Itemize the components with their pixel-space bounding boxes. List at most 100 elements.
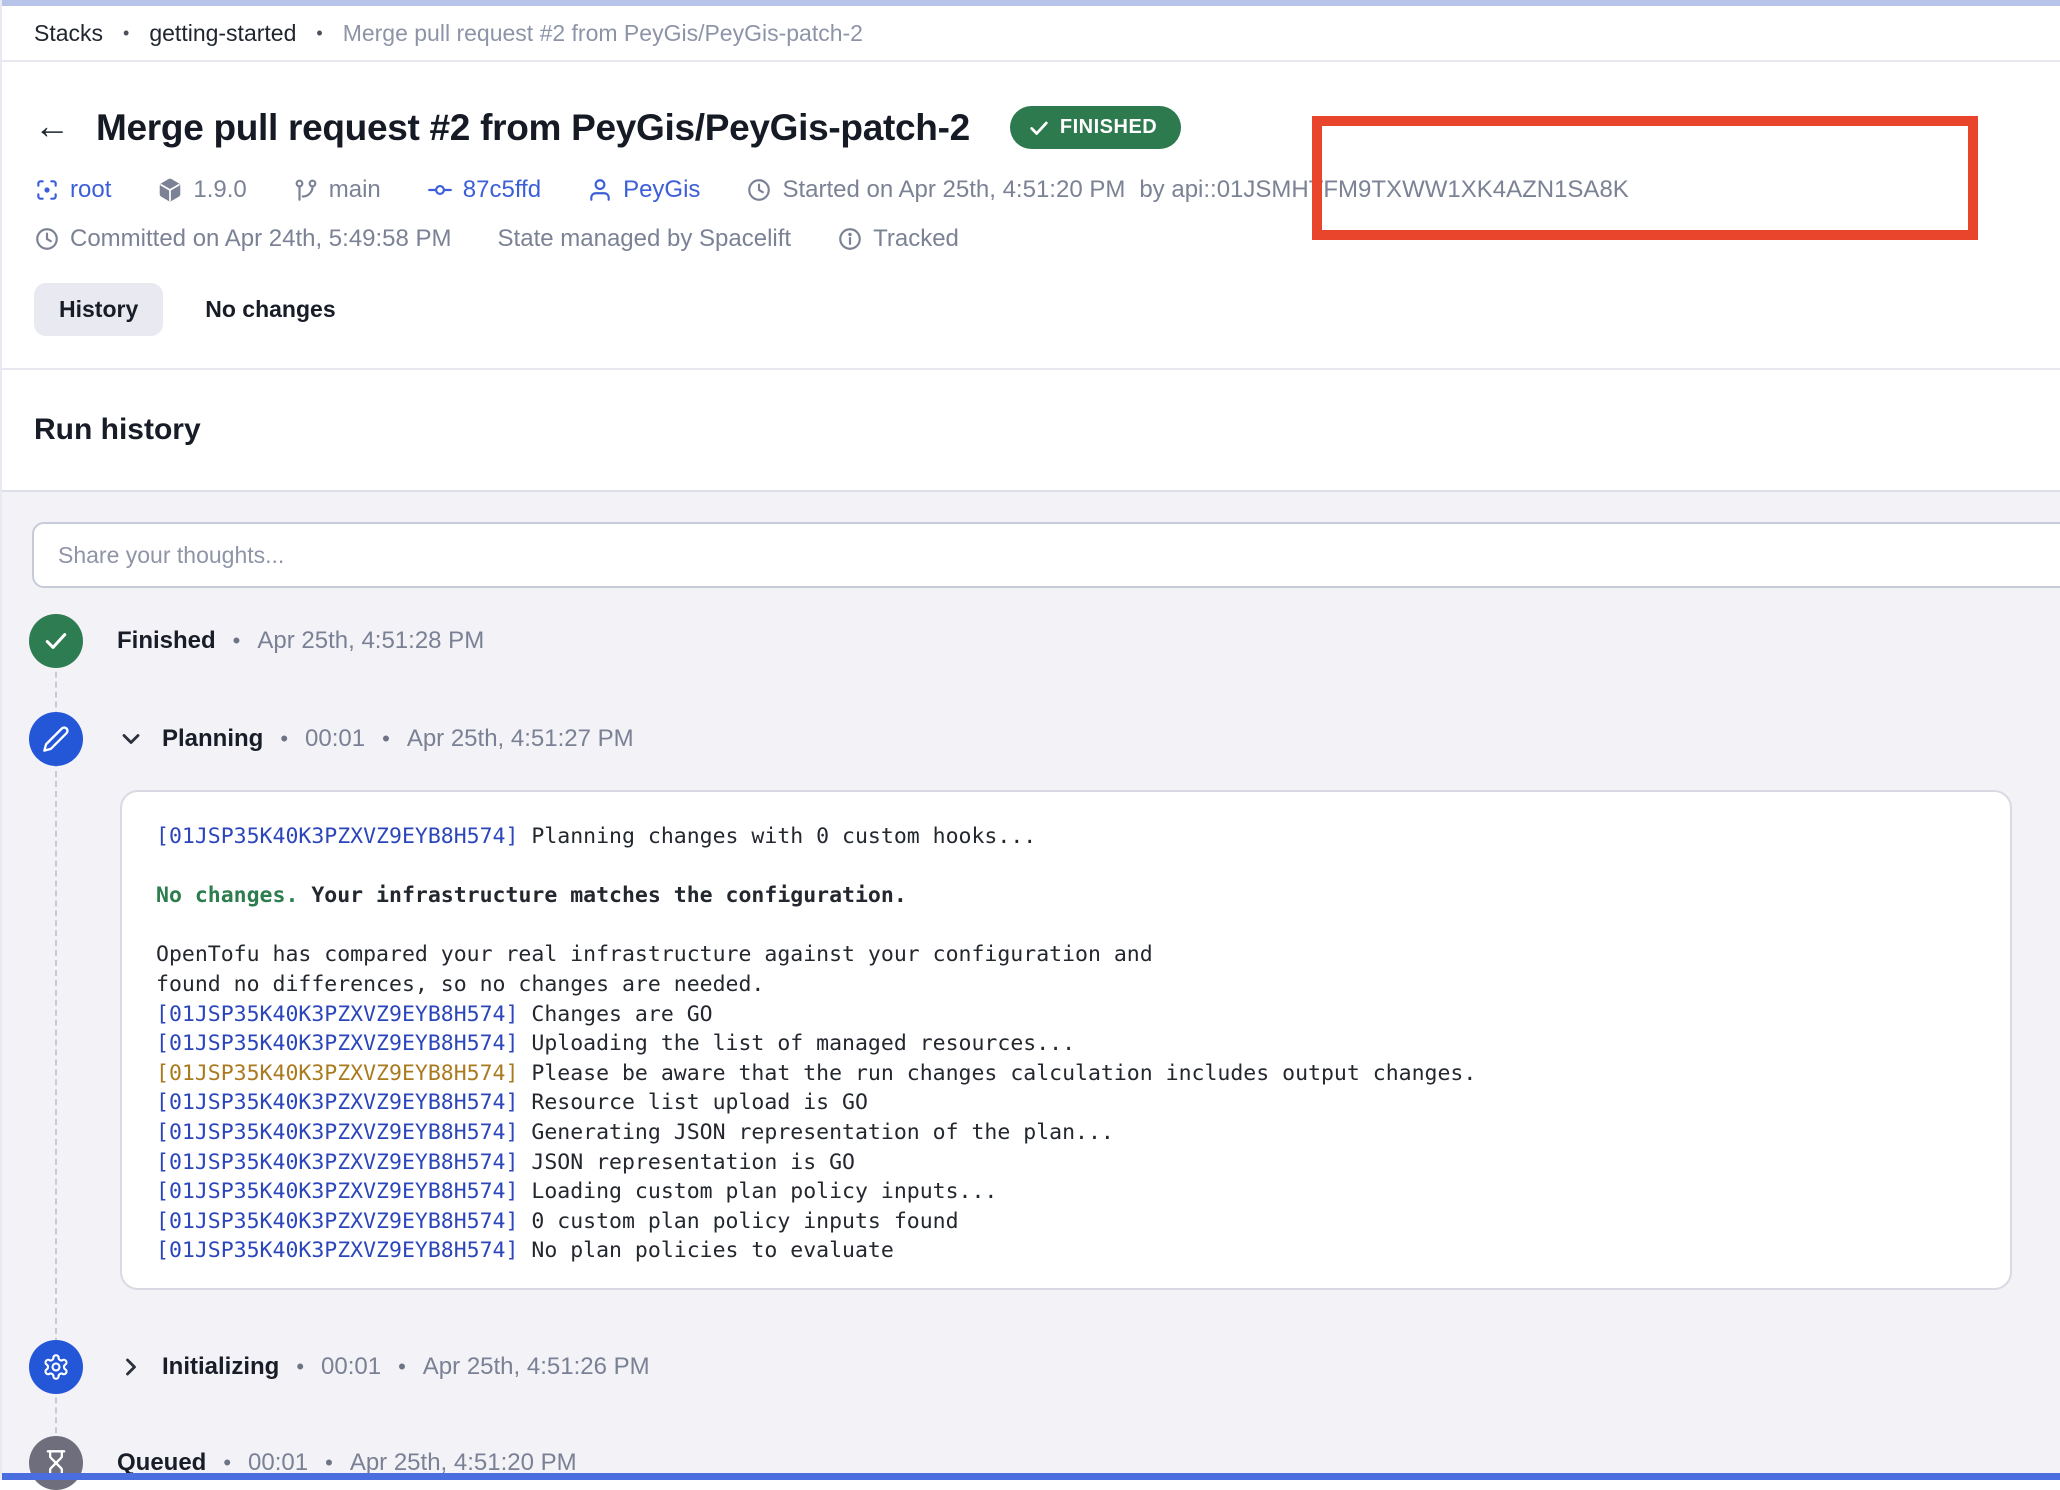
separator-dot: • bbox=[296, 1354, 304, 1380]
clock-icon bbox=[746, 177, 772, 203]
log-text: found no differences, so no changes are … bbox=[156, 972, 764, 997]
back-button[interactable]: ← bbox=[34, 108, 70, 148]
phase-duration: 00:01 bbox=[321, 1353, 381, 1381]
triggered-by-item: by api::01JSMHTFM9TXWW1XK4AZN1SA8K bbox=[1139, 176, 1628, 204]
log-text: Generating JSON representation of the pl… bbox=[518, 1120, 1113, 1145]
page-title: Merge pull request #2 from PeyGis/PeyGis… bbox=[96, 107, 970, 149]
breadcrumb-run-title: Merge pull request #2 from PeyGis/PeyGis… bbox=[343, 20, 863, 47]
space-icon bbox=[34, 177, 60, 203]
status-badge-label: FINISHED bbox=[1060, 116, 1157, 139]
info-icon bbox=[837, 226, 863, 252]
started-label: Started on Apr 25th, 4:51:20 PM bbox=[782, 176, 1125, 204]
commit-icon bbox=[427, 177, 453, 203]
commit-label: 87c5ffd bbox=[463, 176, 541, 204]
log-run-id: [01JSP35K40K3PZXVZ9EYB8H574] bbox=[156, 1002, 518, 1027]
breadcrumb: Stacks • getting-started • Merge pull re… bbox=[2, 6, 2060, 62]
commit-link[interactable]: 87c5ffd bbox=[427, 176, 541, 204]
phase-time: Apr 25th, 4:51:28 PM bbox=[257, 627, 484, 655]
version-item: 1.9.0 bbox=[157, 176, 246, 204]
chevron-down-icon[interactable] bbox=[117, 725, 145, 753]
title-row: ← Merge pull request #2 from PeyGis/PeyG… bbox=[34, 106, 2060, 149]
log-line: [01JSP35K40K3PZXVZ9EYB8H574] Generating … bbox=[156, 1118, 2010, 1148]
tab-no-changes[interactable]: No changes bbox=[205, 296, 335, 323]
gear-icon bbox=[42, 1353, 70, 1381]
log-text: OpenTofu has compared your real infrastr… bbox=[156, 942, 1153, 967]
log-run-id: [01JSP35K40K3PZXVZ9EYB8H574] bbox=[156, 1209, 518, 1234]
meta-row-1: root 1.9.0 main 87c5ffd bbox=[34, 176, 2060, 204]
page: Stacks • getting-started • Merge pull re… bbox=[0, 0, 2060, 1480]
log-line bbox=[156, 911, 2010, 941]
log-line: OpenTofu has compared your real infrastr… bbox=[156, 940, 2010, 970]
separator-dot: • bbox=[233, 628, 241, 654]
log-text: Changes are GO bbox=[518, 1002, 712, 1027]
status-badge: FINISHED bbox=[1010, 106, 1181, 149]
log-line: [01JSP35K40K3PZXVZ9EYB8H574] 0 custom pl… bbox=[156, 1207, 2010, 1237]
phase-label: Finished bbox=[117, 627, 216, 655]
log-run-id: [01JSP35K40K3PZXVZ9EYB8H574] bbox=[156, 1150, 518, 1175]
phase-time: Apr 25th, 4:51:26 PM bbox=[423, 1353, 650, 1381]
check-icon bbox=[1028, 117, 1050, 139]
breadcrumb-stacks[interactable]: Stacks bbox=[34, 20, 103, 47]
phase-queued-row: Queued • 00:01 • Apr 25th, 4:51:20 PM bbox=[117, 1436, 577, 1490]
log-line: [01JSP35K40K3PZXVZ9EYB8H574] Please be a… bbox=[156, 1059, 2010, 1089]
log-run-id: [01JSP35K40K3PZXVZ9EYB8H574] bbox=[156, 1179, 518, 1204]
section-title: Run history bbox=[34, 413, 201, 447]
phase-finished-icon bbox=[29, 614, 83, 668]
log-text: Your infrastructure matches the configur… bbox=[298, 883, 906, 908]
version-label: 1.9.0 bbox=[193, 176, 246, 204]
log-line: [01JSP35K40K3PZXVZ9EYB8H574] JSON repres… bbox=[156, 1148, 2010, 1178]
separator-dot: • bbox=[382, 726, 390, 752]
author-link[interactable]: PeyGis bbox=[587, 176, 700, 204]
separator-dot: • bbox=[398, 1354, 406, 1380]
log-run-id: [01JSP35K40K3PZXVZ9EYB8H574] bbox=[156, 1031, 518, 1056]
log-box[interactable]: [01JSP35K40K3PZXVZ9EYB8H574] Planning ch… bbox=[120, 790, 2012, 1290]
log-text: No plan policies to evaluate bbox=[518, 1238, 893, 1263]
breadcrumb-separator: • bbox=[123, 23, 129, 44]
log-line: [01JSP35K40K3PZXVZ9EYB8H574] Uploading t… bbox=[156, 1029, 2010, 1059]
phase-planning-row[interactable]: Planning • 00:01 • Apr 25th, 4:51:27 PM bbox=[117, 712, 634, 766]
log-text: No changes. bbox=[156, 883, 298, 908]
user-icon bbox=[587, 177, 613, 203]
tab-history[interactable]: History bbox=[34, 283, 163, 336]
phase-label: Planning bbox=[162, 725, 263, 753]
run-history-content: Finished • Apr 25th, 4:51:28 PM Planning… bbox=[2, 492, 2060, 1473]
log-text: Please be aware that the run changes cal… bbox=[518, 1061, 1476, 1086]
log-run-id: [01JSP35K40K3PZXVZ9EYB8H574] bbox=[156, 1061, 518, 1086]
comment-input[interactable] bbox=[32, 522, 2060, 588]
pencil-icon bbox=[42, 725, 70, 753]
started-item: Started on Apr 25th, 4:51:20 PM bbox=[746, 176, 1125, 204]
clock-icon bbox=[34, 226, 60, 252]
run-header: ← Merge pull request #2 from PeyGis/PeyG… bbox=[2, 62, 2060, 370]
git-branch-icon bbox=[293, 177, 319, 203]
state-managed-item: State managed by Spacelift bbox=[498, 225, 792, 253]
window-bottom-accent bbox=[2, 1473, 2060, 1480]
phase-label: Initializing bbox=[162, 1353, 279, 1381]
phase-initializing-icon bbox=[29, 1340, 83, 1394]
log-run-id: [01JSP35K40K3PZXVZ9EYB8H574] bbox=[156, 1090, 518, 1115]
branch-item: main bbox=[293, 176, 381, 204]
space-link[interactable]: root bbox=[34, 176, 111, 204]
log-line: [01JSP35K40K3PZXVZ9EYB8H574] Changes are… bbox=[156, 1000, 2010, 1030]
space-label: root bbox=[70, 176, 111, 204]
log-line: No changes. Your infrastructure matches … bbox=[156, 881, 2010, 911]
state-managed-label: State managed by Spacelift bbox=[498, 225, 792, 253]
author-label: PeyGis bbox=[623, 176, 700, 204]
log-text: Uploading the list of managed resources.… bbox=[518, 1031, 1075, 1056]
log-line: [01JSP35K40K3PZXVZ9EYB8H574] Resource li… bbox=[156, 1088, 2010, 1118]
committed-label: Committed on Apr 24th, 5:49:58 PM bbox=[70, 225, 452, 253]
log-line: [01JSP35K40K3PZXVZ9EYB8H574] Loading cus… bbox=[156, 1177, 2010, 1207]
tracked-label: Tracked bbox=[873, 225, 959, 253]
phase-time: Apr 25th, 4:51:27 PM bbox=[407, 725, 634, 753]
breadcrumb-stack-name[interactable]: getting-started bbox=[149, 20, 296, 47]
separator-dot: • bbox=[280, 726, 288, 752]
committed-item: Committed on Apr 24th, 5:49:58 PM bbox=[34, 225, 452, 253]
phase-finished-row: Finished • Apr 25th, 4:51:28 PM bbox=[117, 614, 484, 668]
triggered-by-label: by api::01JSMHTFM9TXWW1XK4AZN1SA8K bbox=[1139, 176, 1628, 204]
log-line: found no differences, so no changes are … bbox=[156, 970, 2010, 1000]
chevron-right-icon[interactable] bbox=[117, 1353, 145, 1381]
tracked-item: Tracked bbox=[837, 225, 959, 253]
log-text: Loading custom plan policy inputs... bbox=[518, 1179, 997, 1204]
phase-initializing-row[interactable]: Initializing • 00:01 • Apr 25th, 4:51:26… bbox=[117, 1340, 650, 1394]
log-text: JSON representation is GO bbox=[518, 1150, 855, 1175]
branch-label: main bbox=[329, 176, 381, 204]
